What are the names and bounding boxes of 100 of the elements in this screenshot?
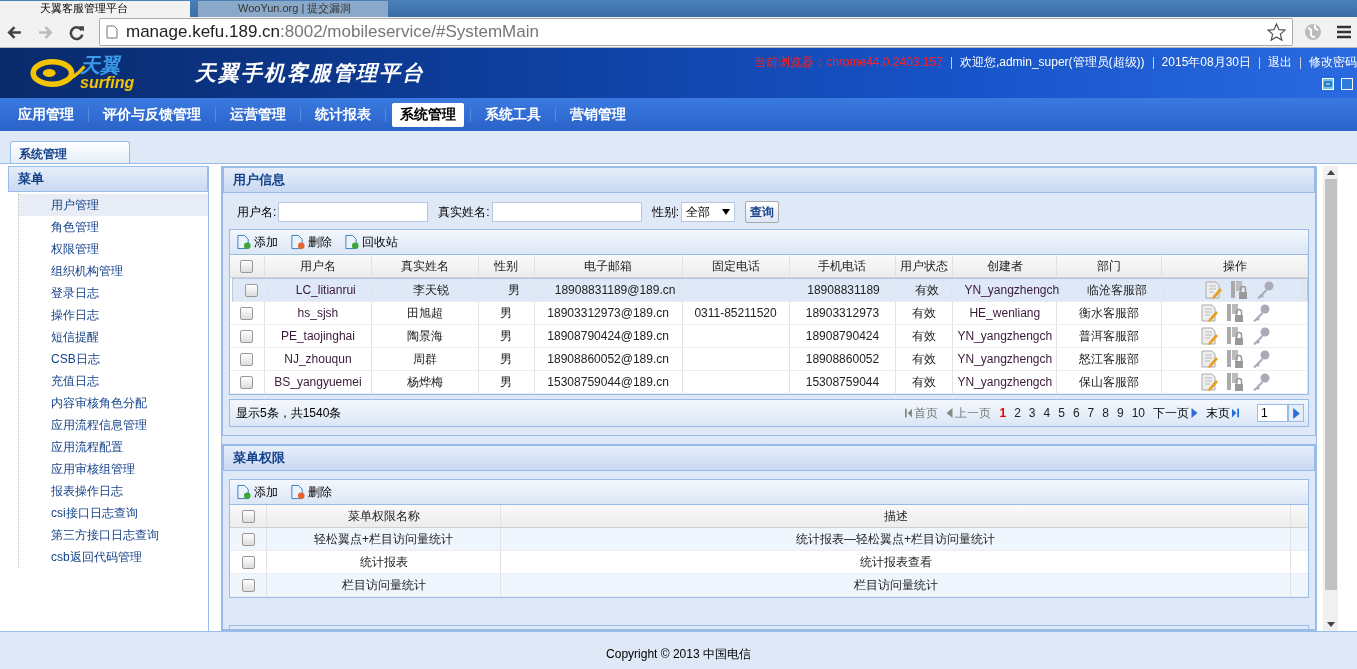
sidebar-item[interactable]: 应用审核组管理 (19, 458, 208, 480)
sidebar-item[interactable]: CSB日志 (19, 348, 208, 370)
sidebar-item[interactable]: 用户管理 (19, 194, 208, 216)
page-number[interactable]: 6 (1072, 406, 1080, 420)
back-arrow-icon[interactable] (6, 23, 23, 41)
lock-icon[interactable] (1224, 326, 1245, 346)
field-label: 真实姓名: (438, 203, 490, 221)
scrollbar[interactable] (1323, 166, 1338, 631)
page-number[interactable]: 9 (1116, 406, 1124, 420)
edit-icon[interactable] (1198, 349, 1219, 369)
star-icon[interactable] (1267, 22, 1286, 42)
table-cell: 18908831189 (807, 283, 880, 297)
toolbar-button[interactable]: 添加 (236, 483, 278, 501)
real-name-field[interactable] (491, 202, 642, 222)
edit-icon[interactable] (1198, 372, 1219, 392)
checkbox[interactable] (240, 259, 254, 273)
browser-tab[interactable]: 天翼客服管理平台 (0, 1, 190, 17)
page-number[interactable]: 10 (1131, 406, 1145, 420)
menu-icon[interactable] (1337, 25, 1351, 39)
sidebar-item[interactable]: 内容审核角色分配 (19, 392, 208, 414)
sidebar-item[interactable]: 组织机构管理 (19, 260, 208, 282)
forward-arrow-icon[interactable] (37, 23, 54, 41)
first-page-link[interactable]: 首页 (905, 404, 939, 422)
edit-icon[interactable] (1198, 303, 1219, 323)
nav-tab[interactable]: 统计报表 (307, 102, 379, 127)
checkbox[interactable] (240, 306, 254, 320)
toolbar-button[interactable]: 删除 (290, 233, 332, 251)
toolbar-button[interactable]: 删除 (290, 483, 332, 501)
table-cell: 有效 (912, 327, 937, 345)
page-number[interactable]: 8 (1102, 406, 1109, 420)
lock-icon[interactable] (1224, 372, 1245, 392)
table-row[interactable]: BS_yangyuemei 杨烨梅 男 15308759044@189.cn 15308759044 有效 YN_yangzhengch 保山客服部 (230, 371, 1308, 394)
username-field[interactable] (278, 202, 429, 222)
previous-page-link[interactable]: 上一页 (946, 404, 992, 422)
table-row[interactable]: PE_taojinghai 陶景海 男 18908790424@189.cn 18908790424 有效 YN_yangzhengch 普洱客服部 (230, 325, 1308, 348)
globe-icon[interactable] (1303, 22, 1323, 42)
page-number[interactable]: 4 (1043, 406, 1051, 420)
window-icon[interactable] (1322, 78, 1334, 90)
nav-tab[interactable]: 运营管理 (222, 102, 294, 127)
sidebar-item[interactable]: 登录日志 (19, 282, 208, 304)
page-number[interactable]: 3 (1028, 406, 1036, 420)
table-row[interactable]: hs_sjsh 田旭超 男 18903312973@189.cn 0311-85211520 18903312973 有效 HE_wenliang 衡水客服部 (230, 302, 1308, 325)
sidebar-item[interactable]: 角色管理 (19, 216, 208, 238)
table-row[interactable]: NJ_zhouqun 周群 男 18908860052@189.cn 18908860052 有效 YN_yangzhengch 怒江客服部 (230, 348, 1308, 371)
nav-tab[interactable]: 营销管理 (562, 102, 634, 127)
last-page-link[interactable]: 末页 (1206, 404, 1239, 422)
page-tab[interactable]: 系统管理 (10, 141, 130, 163)
nav-tab[interactable]: 评价与反馈管理 (95, 102, 209, 127)
header-link[interactable]: 退出 (1268, 54, 1292, 71)
sidebar-item[interactable]: 应用流程信息管理 (19, 414, 208, 436)
address-bar[interactable]: manage.kefu.189.cn:8002/mobileservice/#SystemMain (99, 18, 1293, 46)
browser-tab[interactable]: WooYun.org | 提交漏洞 (198, 1, 388, 17)
sidebar-item[interactable]: 权限管理 (19, 238, 208, 260)
maximize-icon[interactable] (1341, 78, 1353, 90)
scroll-down-icon[interactable] (1326, 622, 1335, 627)
table-cell: 0311-85211520 (694, 306, 777, 320)
nav-tab[interactable]: 系统管理 (392, 102, 464, 127)
go-button[interactable] (1288, 404, 1304, 422)
page-number[interactable]: 1 (999, 406, 1007, 420)
sidebar-item[interactable]: csi接口日志查询 (19, 502, 208, 524)
reload-icon[interactable] (68, 23, 85, 41)
page-number[interactable]: 2 (1014, 406, 1021, 420)
panel-title: 菜单权限 (223, 445, 1315, 471)
nav-tab[interactable]: 系统工具 (477, 102, 549, 127)
table-row[interactable]: LC_litianrui 李天锐 男 18908831189@189.cn 18908831189 有效 YN_yangzhengch 临沧客服部 (232, 278, 1308, 302)
column-header: 手机电话 (789, 255, 897, 277)
toolbar-button[interactable]: 回收站 (344, 233, 398, 251)
scroll-up-icon[interactable] (1326, 170, 1335, 175)
sidebar-item[interactable]: 操作日志 (19, 304, 208, 326)
lock-icon[interactable] (1224, 349, 1245, 369)
sidebar-item[interactable]: 第三方接口日志查询 (19, 524, 208, 546)
page-input[interactable]: 1 (1257, 404, 1288, 422)
checkbox[interactable] (241, 509, 255, 523)
checkbox[interactable] (241, 555, 255, 569)
query-button[interactable]: 查询 (745, 201, 780, 223)
sidebar-item[interactable]: csb返回代码管理 (19, 546, 208, 568)
sidebar-item[interactable]: 应用流程配置 (19, 436, 208, 458)
edit-icon[interactable] (1202, 280, 1223, 300)
sidebar-item[interactable]: 报表操作日志 (19, 480, 208, 502)
table-cell: 18903312973@189.cn (547, 306, 669, 320)
sidebar-item[interactable]: 短信提醒 (19, 326, 208, 348)
checkbox[interactable] (241, 578, 255, 592)
nav-tab[interactable]: 应用管理 (10, 102, 82, 127)
gender-dropdown[interactable]: 全部 (681, 202, 736, 222)
lock-icon[interactable] (1228, 280, 1249, 300)
checkbox[interactable] (240, 329, 254, 343)
checkbox[interactable] (240, 375, 254, 389)
next-page-link[interactable]: 下一页 (1153, 404, 1198, 422)
lock-icon[interactable] (1224, 303, 1245, 323)
toolbar-button[interactable]: 添加 (236, 233, 278, 251)
sidebar-item[interactable]: 充值日志 (19, 370, 208, 392)
table-cell: 周群 (412, 350, 437, 368)
page-number[interactable]: 5 (1058, 406, 1065, 420)
checkbox[interactable] (240, 352, 254, 366)
checkbox[interactable] (245, 283, 259, 297)
edit-icon[interactable] (1198, 326, 1219, 346)
table-cell: 保山客服部 (1079, 373, 1140, 391)
page-number[interactable]: 7 (1087, 406, 1095, 420)
header-link[interactable]: 修改密码 (1309, 54, 1357, 71)
checkbox[interactable] (241, 532, 255, 546)
